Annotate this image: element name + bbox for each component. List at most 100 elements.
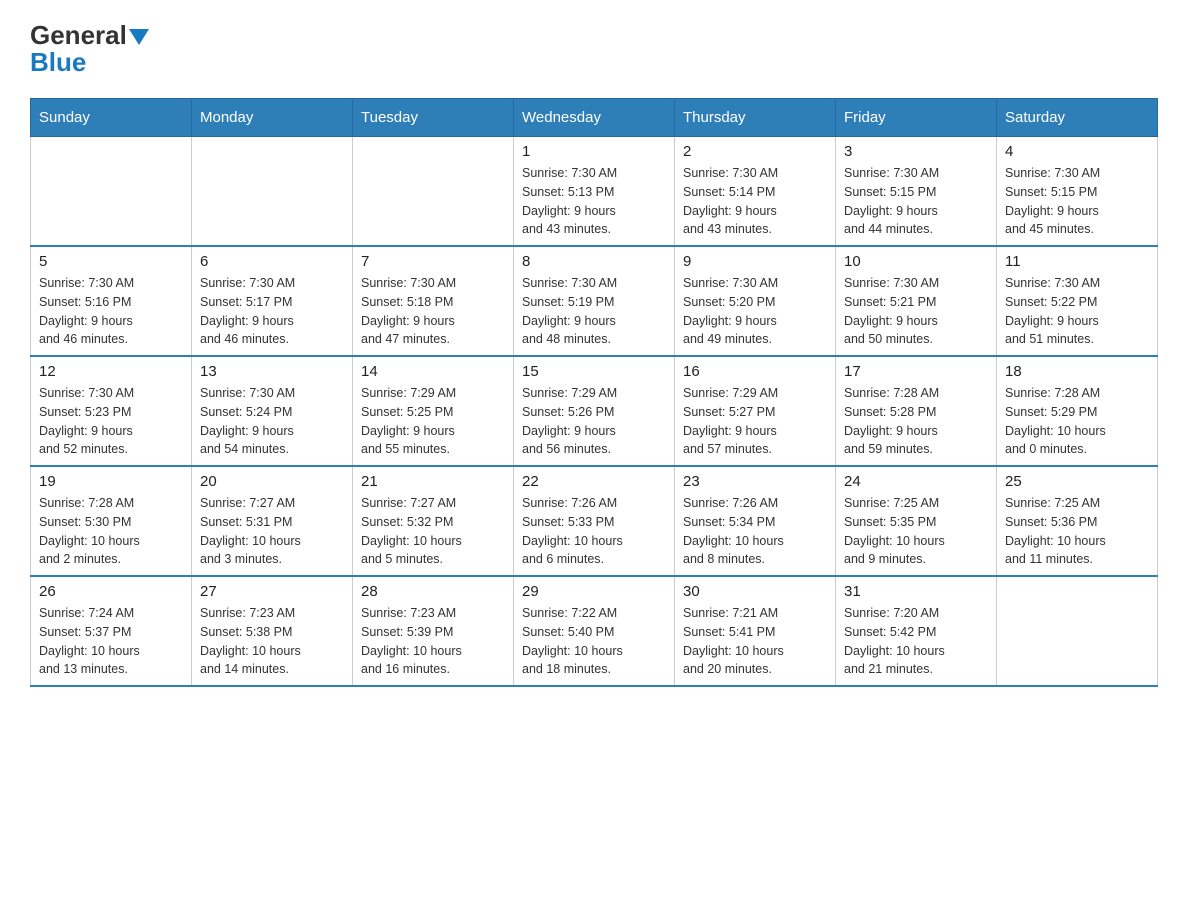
- day-number: 14: [361, 363, 505, 380]
- calendar-cell: 14 Sunrise: 7:29 AMSunset: 5:25 PMDayligh…: [353, 356, 514, 466]
- day-number: 31: [844, 583, 988, 600]
- header-wednesday: Wednesday: [514, 99, 675, 137]
- day-info: Sunrise: 7:30 AMSunset: 5:15 PMDaylight:…: [844, 164, 988, 239]
- day-number: 10: [844, 253, 988, 270]
- day-info: Sunrise: 7:29 AMSunset: 5:27 PMDaylight:…: [683, 384, 827, 459]
- header-sunday: Sunday: [31, 99, 192, 137]
- header-tuesday: Tuesday: [353, 99, 514, 137]
- day-number: 13: [200, 363, 344, 380]
- day-number: 19: [39, 473, 183, 490]
- calendar-cell: 13 Sunrise: 7:30 AMSunset: 5:24 PMDayligh…: [192, 356, 353, 466]
- day-info: Sunrise: 7:30 AMSunset: 5:21 PMDaylight:…: [844, 274, 988, 349]
- calendar-cell: 27Sunrise: 7:23 AMSunset: 5:38 PMDayligh…: [192, 576, 353, 686]
- calendar-cell: [31, 137, 192, 247]
- day-number: 15: [522, 363, 666, 380]
- day-number: 4: [1005, 143, 1149, 160]
- day-number: 5: [39, 253, 183, 270]
- day-info: Sunrise: 7:30 AMSunset: 5:16 PMDaylight:…: [39, 274, 183, 349]
- header-saturday: Saturday: [997, 99, 1158, 137]
- calendar-cell: 3 Sunrise: 7:30 AMSunset: 5:15 PMDaylight…: [836, 137, 997, 247]
- day-number: 1: [522, 143, 666, 160]
- calendar-cell: 12 Sunrise: 7:30 AMSunset: 5:23 PMDayligh…: [31, 356, 192, 466]
- day-info: Sunrise: 7:30 AMSunset: 5:18 PMDaylight:…: [361, 274, 505, 349]
- day-info: Sunrise: 7:30 AMSunset: 5:24 PMDaylight:…: [200, 384, 344, 459]
- calendar-cell: 9 Sunrise: 7:30 AMSunset: 5:20 PMDaylight…: [675, 246, 836, 356]
- calendar: SundayMondayTuesdayWednesdayThursdayFrid…: [30, 98, 1158, 687]
- day-info: Sunrise: 7:30 AMSunset: 5:17 PMDaylight:…: [200, 274, 344, 349]
- day-info: Sunrise: 7:23 AMSunset: 5:39 PMDaylight:…: [361, 604, 505, 679]
- day-number: 3: [844, 143, 988, 160]
- calendar-cell: 10 Sunrise: 7:30 AMSunset: 5:21 PMDayligh…: [836, 246, 997, 356]
- day-info: Sunrise: 7:22 AMSunset: 5:40 PMDaylight:…: [522, 604, 666, 679]
- calendar-cell: 22 Sunrise: 7:26 AMSunset: 5:33 PMDayligh…: [514, 466, 675, 576]
- day-number: 22: [522, 473, 666, 490]
- calendar-cell: 16 Sunrise: 7:29 AMSunset: 5:27 PMDayligh…: [675, 356, 836, 466]
- header-monday: Monday: [192, 99, 353, 137]
- day-number: 30: [683, 583, 827, 600]
- calendar-header-row: SundayMondayTuesdayWednesdayThursdayFrid…: [31, 99, 1158, 137]
- week-row-1: 1 Sunrise: 7:30 AMSunset: 5:13 PMDaylight…: [31, 137, 1158, 247]
- day-number: 9: [683, 253, 827, 270]
- calendar-cell: 15 Sunrise: 7:29 AMSunset: 5:26 PMDayligh…: [514, 356, 675, 466]
- calendar-cell: 25 Sunrise: 7:25 AMSunset: 5:36 PMDayligh…: [997, 466, 1158, 576]
- calendar-cell: [192, 137, 353, 247]
- calendar-cell: 31 Sunrise: 7:20 AMSunset: 5:42 PMDayligh…: [836, 576, 997, 686]
- day-info: Sunrise: 7:28 AMSunset: 5:30 PMDaylight:…: [39, 494, 183, 569]
- day-number: 29: [522, 583, 666, 600]
- day-number: 17: [844, 363, 988, 380]
- day-info: Sunrise: 7:30 AMSunset: 5:22 PMDaylight:…: [1005, 274, 1149, 349]
- week-row-4: 19 Sunrise: 7:28 AMSunset: 5:30 PMDayligh…: [31, 466, 1158, 576]
- calendar-cell: 6 Sunrise: 7:30 AMSunset: 5:17 PMDaylight…: [192, 246, 353, 356]
- week-row-2: 5 Sunrise: 7:30 AMSunset: 5:16 PMDaylight…: [31, 246, 1158, 356]
- day-info: Sunrise: 7:30 AMSunset: 5:20 PMDaylight:…: [683, 274, 827, 349]
- calendar-body: 1 Sunrise: 7:30 AMSunset: 5:13 PMDaylight…: [31, 137, 1158, 687]
- day-info: Sunrise: 7:20 AMSunset: 5:42 PMDaylight:…: [844, 604, 988, 679]
- day-number: 28: [361, 583, 505, 600]
- day-number: 18: [1005, 363, 1149, 380]
- day-info: Sunrise: 7:30 AMSunset: 5:19 PMDaylight:…: [522, 274, 666, 349]
- day-number: 8: [522, 253, 666, 270]
- day-number: 25: [1005, 473, 1149, 490]
- day-info: Sunrise: 7:21 AMSunset: 5:41 PMDaylight:…: [683, 604, 827, 679]
- day-number: 7: [361, 253, 505, 270]
- day-info: Sunrise: 7:27 AMSunset: 5:32 PMDaylight:…: [361, 494, 505, 569]
- day-info: Sunrise: 7:30 AMSunset: 5:23 PMDaylight:…: [39, 384, 183, 459]
- week-row-3: 12 Sunrise: 7:30 AMSunset: 5:23 PMDayligh…: [31, 356, 1158, 466]
- day-info: Sunrise: 7:30 AMSunset: 5:15 PMDaylight:…: [1005, 164, 1149, 239]
- header-friday: Friday: [836, 99, 997, 137]
- calendar-cell: 11 Sunrise: 7:30 AMSunset: 5:22 PMDayligh…: [997, 246, 1158, 356]
- calendar-cell: 7 Sunrise: 7:30 AMSunset: 5:18 PMDaylight…: [353, 246, 514, 356]
- calendar-cell: 26Sunrise: 7:24 AMSunset: 5:37 PMDayligh…: [31, 576, 192, 686]
- logo-triangle-icon: [129, 27, 149, 45]
- calendar-cell: 8 Sunrise: 7:30 AMSunset: 5:19 PMDaylight…: [514, 246, 675, 356]
- day-number: 23: [683, 473, 827, 490]
- day-number: 21: [361, 473, 505, 490]
- calendar-cell: 19 Sunrise: 7:28 AMSunset: 5:30 PMDayligh…: [31, 466, 192, 576]
- day-number: 24: [844, 473, 988, 490]
- day-number: 26: [39, 583, 183, 600]
- day-info: Sunrise: 7:30 AMSunset: 5:13 PMDaylight:…: [522, 164, 666, 239]
- day-info: Sunrise: 7:25 AMSunset: 5:36 PMDaylight:…: [1005, 494, 1149, 569]
- calendar-cell: 18 Sunrise: 7:28 AMSunset: 5:29 PMDayligh…: [997, 356, 1158, 466]
- day-number: 6: [200, 253, 344, 270]
- day-info: Sunrise: 7:28 AMSunset: 5:29 PMDaylight:…: [1005, 384, 1149, 459]
- day-info: Sunrise: 7:26 AMSunset: 5:33 PMDaylight:…: [522, 494, 666, 569]
- day-number: 12: [39, 363, 183, 380]
- calendar-cell: 23 Sunrise: 7:26 AMSunset: 5:34 PMDayligh…: [675, 466, 836, 576]
- week-row-5: 26Sunrise: 7:24 AMSunset: 5:37 PMDayligh…: [31, 576, 1158, 686]
- calendar-cell: 2Sunrise: 7:30 AMSunset: 5:14 PMDaylight…: [675, 137, 836, 247]
- day-info: Sunrise: 7:29 AMSunset: 5:26 PMDaylight:…: [522, 384, 666, 459]
- day-info: Sunrise: 7:23 AMSunset: 5:38 PMDaylight:…: [200, 604, 344, 679]
- logo-blue-part: Blue: [30, 47, 86, 77]
- day-info: Sunrise: 7:29 AMSunset: 5:25 PMDaylight:…: [361, 384, 505, 459]
- calendar-cell: 1 Sunrise: 7:30 AMSunset: 5:13 PMDaylight…: [514, 137, 675, 247]
- day-number: 11: [1005, 253, 1149, 270]
- day-info: Sunrise: 7:26 AMSunset: 5:34 PMDaylight:…: [683, 494, 827, 569]
- day-info: Sunrise: 7:27 AMSunset: 5:31 PMDaylight:…: [200, 494, 344, 569]
- calendar-cell: 29 Sunrise: 7:22 AMSunset: 5:40 PMDayligh…: [514, 576, 675, 686]
- day-info: Sunrise: 7:28 AMSunset: 5:28 PMDaylight:…: [844, 384, 988, 459]
- day-number: 16: [683, 363, 827, 380]
- day-info: Sunrise: 7:25 AMSunset: 5:35 PMDaylight:…: [844, 494, 988, 569]
- day-number: 2: [683, 143, 827, 160]
- header-thursday: Thursday: [675, 99, 836, 137]
